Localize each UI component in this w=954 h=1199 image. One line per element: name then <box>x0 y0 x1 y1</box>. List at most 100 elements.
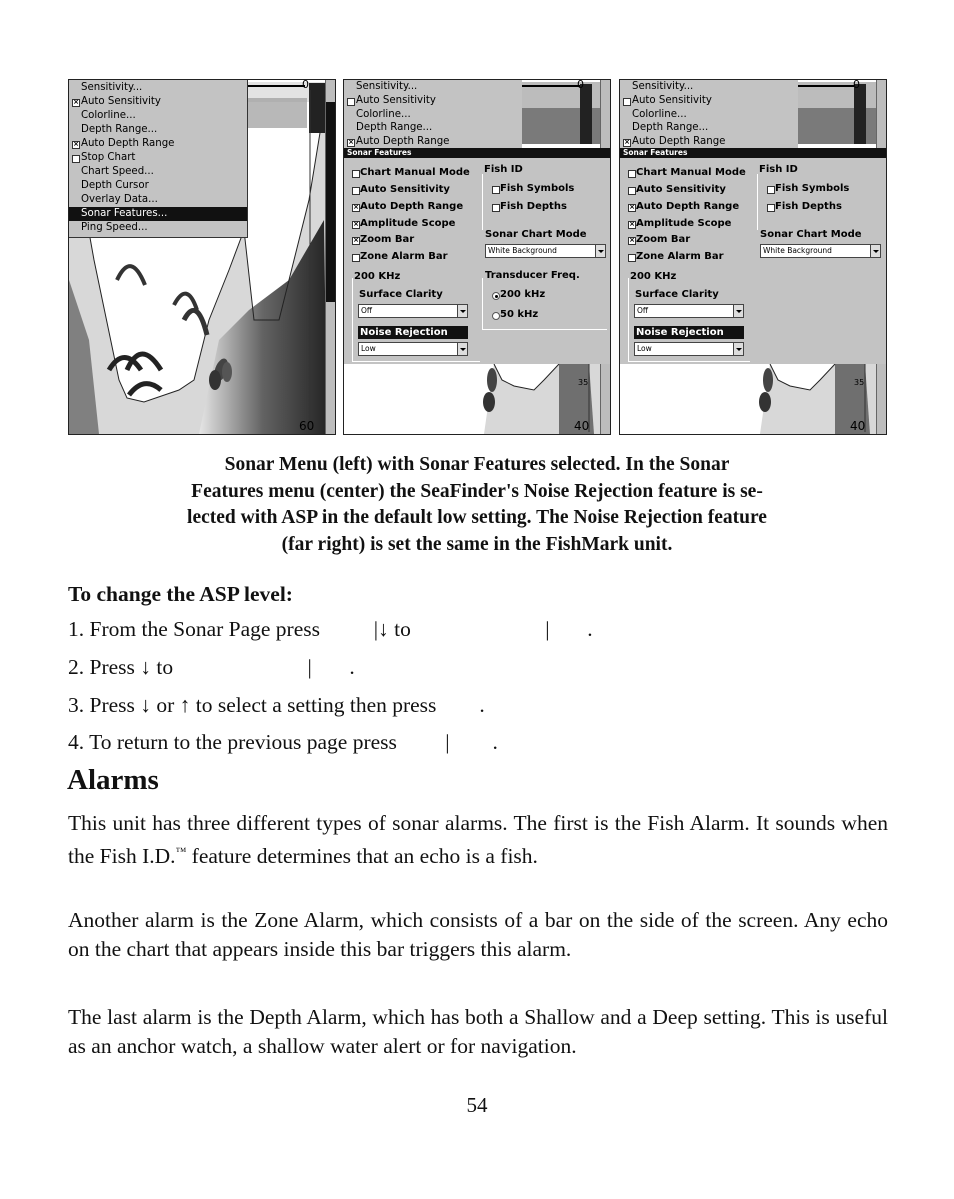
chevron-down-icon[interactable] <box>457 305 467 317</box>
transducer-group-border <box>482 278 483 330</box>
radio-50khz[interactable]: 50 kHz <box>489 309 538 320</box>
sonar-chart-mode-select[interactable]: White Background <box>760 244 881 258</box>
noise-rejection-select[interactable]: Low <box>358 342 468 356</box>
checkbox-unchecked-icon[interactable] <box>352 187 360 195</box>
checkbox-unchecked-icon[interactable] <box>767 186 775 194</box>
menu-item-depth-range[interactable]: Depth Range... <box>69 123 247 137</box>
checkbox-unchecked-icon[interactable] <box>628 170 636 178</box>
freq-group-label: 200 KHz <box>354 271 401 282</box>
checkbox-unchecked-icon[interactable] <box>628 187 636 195</box>
chevron-down-icon[interactable] <box>457 343 467 355</box>
checkbox-checked-icon[interactable] <box>72 141 80 149</box>
menu-item-auto-sensitivity[interactable]: Auto Sensitivity <box>344 94 522 108</box>
checkbox-unchecked-icon[interactable] <box>352 254 360 262</box>
surface-clarity-select[interactable]: Off <box>358 304 468 318</box>
noise-rejection-select[interactable]: Low <box>634 342 744 356</box>
option-fish-depths[interactable]: Fish Depths <box>489 201 567 212</box>
dialog-title: Sonar Features <box>344 148 610 158</box>
option-zoom-bar[interactable]: Zoom Bar <box>625 234 690 245</box>
radio-selected-icon[interactable] <box>492 292 500 300</box>
fish-school-icon <box>487 368 497 392</box>
depth-top-label: 0 <box>577 79 584 91</box>
surface-clarity-select[interactable]: Off <box>634 304 744 318</box>
option-zone-alarm-bar[interactable]: Zone Alarm Bar <box>349 251 448 262</box>
checkbox-unchecked-icon[interactable] <box>352 170 360 178</box>
chevron-down-icon[interactable] <box>733 343 743 355</box>
option-auto-sensitivity[interactable]: Auto Sensitivity <box>349 184 450 195</box>
menu-item-colorline[interactable]: Colorline... <box>69 109 247 123</box>
menu-item-auto-depth-range[interactable]: Auto Depth Range <box>69 137 247 151</box>
menu-item-sensitivity[interactable]: Sensitivity... <box>620 80 798 94</box>
checkbox-checked-icon[interactable] <box>352 204 360 212</box>
checkbox-unchecked-icon[interactable] <box>347 97 355 106</box>
checkbox-unchecked-icon[interactable] <box>623 97 631 106</box>
sonar-features-dialog: Sonar Features Chart Manual Mode Auto Se… <box>620 148 886 364</box>
checkbox-checked-icon[interactable] <box>628 204 636 212</box>
instruction-step: 3. Press ↓ or ↑ to select a setting then… <box>68 693 485 717</box>
checkbox-unchecked-icon[interactable] <box>767 204 775 212</box>
checkbox-checked-icon[interactable] <box>347 139 355 148</box>
noise-rejection-label-selected[interactable]: Noise Rejection <box>358 326 468 339</box>
surface-clarity-label: Surface Clarity <box>635 289 719 300</box>
fish-arch-icon <box>115 264 147 286</box>
sonar-chart-mode-label: Sonar Chart Mode <box>760 229 862 240</box>
option-fish-symbols[interactable]: Fish Symbols <box>489 183 574 194</box>
depth-bottom-label: 60 <box>299 419 315 433</box>
chevron-down-icon[interactable] <box>733 305 743 317</box>
menu-item-overlay-data[interactable]: Overlay Data... <box>69 193 247 207</box>
checkbox-checked-icon[interactable] <box>352 221 360 229</box>
menu-item-auto-sensitivity[interactable]: Auto Sensitivity <box>620 94 798 108</box>
option-chart-manual-mode[interactable]: Chart Manual Mode <box>349 167 470 178</box>
menu-item-auto-depth-range[interactable]: Auto Depth Range <box>620 135 798 149</box>
checkbox-checked-icon[interactable] <box>628 237 636 245</box>
option-zone-alarm-bar[interactable]: Zone Alarm Bar <box>625 251 724 262</box>
option-zoom-bar[interactable]: Zoom Bar <box>349 234 414 245</box>
menu-item-depth-range[interactable]: Depth Range... <box>344 121 522 135</box>
checkbox-unchecked-icon[interactable] <box>628 254 636 262</box>
menu-item-colorline[interactable]: Colorline... <box>344 108 522 122</box>
sonar-features-dialog: Sonar Features Chart Manual Mode Auto Se… <box>344 148 610 364</box>
option-auto-depth-range[interactable]: Auto Depth Range <box>349 201 463 212</box>
fish-arch-icon <box>172 291 199 311</box>
chevron-down-icon[interactable] <box>870 245 880 257</box>
checkbox-checked-icon[interactable] <box>628 221 636 229</box>
zoom-bar[interactable] <box>325 80 335 434</box>
sonar-menu-screenshot: 0 60 Sensitivity... Auto Sensitivity Col… <box>68 79 336 435</box>
option-fish-symbols[interactable]: Fish Symbols <box>764 183 849 194</box>
checkbox-unchecked-icon[interactable] <box>72 155 80 163</box>
option-auto-depth-range[interactable]: Auto Depth Range <box>625 201 739 212</box>
radio-200khz[interactable]: 200 kHz <box>489 289 545 300</box>
menu-item-sensitivity[interactable]: Sensitivity... <box>69 81 247 95</box>
menu-item-stop-chart[interactable]: Stop Chart <box>69 151 247 165</box>
checkbox-unchecked-icon[interactable] <box>492 186 500 194</box>
menu-item-auto-depth-range[interactable]: Auto Depth Range <box>344 135 522 149</box>
checkbox-checked-icon[interactable] <box>72 99 80 107</box>
menu-item-sonar-features[interactable]: Sonar Features... <box>69 207 247 221</box>
option-auto-sensitivity[interactable]: Auto Sensitivity <box>625 184 726 195</box>
sonar-features-screenshot-fishmark: 0 35 40 Sensitivity... Auto Sensitivity … <box>619 79 887 435</box>
checkbox-unchecked-icon[interactable] <box>492 204 500 212</box>
menu-item-chart-speed[interactable]: Chart Speed... <box>69 165 247 179</box>
sonar-chart-mode-select[interactable]: White Background <box>485 244 606 258</box>
depth-bottom-label: 40 <box>850 419 866 433</box>
menu-item-auto-sensitivity[interactable]: Auto Sensitivity <box>69 95 247 109</box>
fish-arch-icon <box>181 307 210 336</box>
chevron-down-icon[interactable] <box>595 245 605 257</box>
radio-unselected-icon[interactable] <box>492 312 500 320</box>
menu-item-depth-cursor[interactable]: Depth Cursor <box>69 179 247 193</box>
option-amplitude-scope[interactable]: Amplitude Scope <box>349 218 455 229</box>
noise-rejection-label-selected[interactable]: Noise Rejection <box>634 326 744 339</box>
checkbox-checked-icon[interactable] <box>623 139 631 148</box>
freq-group-label: 200 KHz <box>630 271 677 282</box>
option-fish-depths[interactable]: Fish Depths <box>764 201 842 212</box>
menu-item-ping-speed[interactable]: Ping Speed... <box>69 221 247 235</box>
menu-item-depth-range[interactable]: Depth Range... <box>620 121 798 135</box>
sonar-menu-background: Sensitivity... Auto Sensitivity Colorlin… <box>620 80 798 148</box>
option-chart-manual-mode[interactable]: Chart Manual Mode <box>625 167 746 178</box>
checkbox-checked-icon[interactable] <box>352 237 360 245</box>
menu-item-sensitivity[interactable]: Sensitivity... <box>344 80 522 94</box>
depth-top-label: 0 <box>853 79 860 91</box>
menu-item-colorline[interactable]: Colorline... <box>620 108 798 122</box>
option-amplitude-scope[interactable]: Amplitude Scope <box>625 218 731 229</box>
alarms-paragraph-fish: This unit has three different types of s… <box>68 811 888 868</box>
